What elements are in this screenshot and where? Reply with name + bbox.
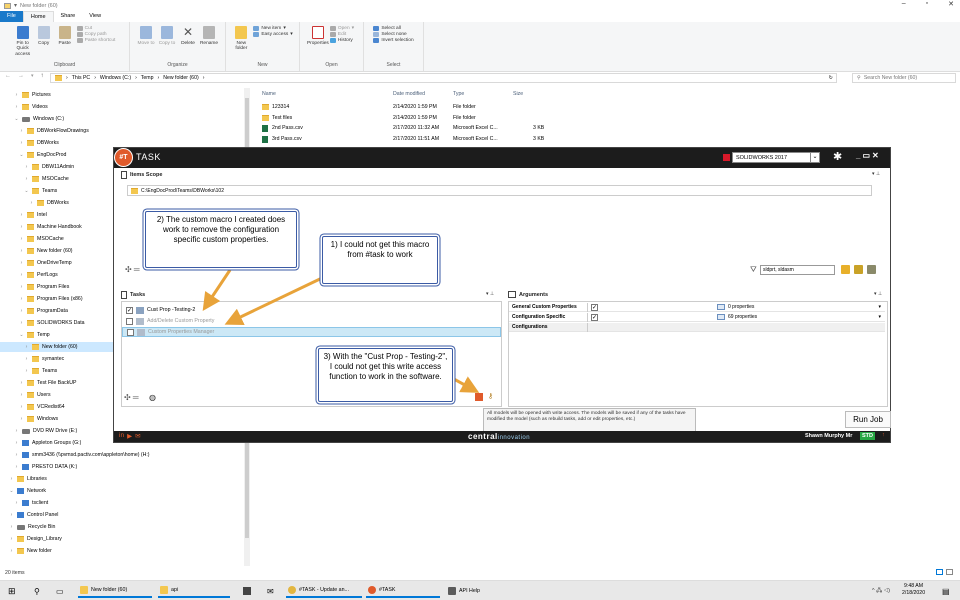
arrow-3-to-write-access: [451, 376, 480, 393]
system-tray[interactable]: ^ 🖧 ◁): [870, 584, 890, 598]
app-icon: [80, 586, 88, 594]
app-icon: [288, 586, 296, 594]
taskbar-explorer-api[interactable]: api: [158, 584, 230, 598]
arrow-1-to-task: [224, 276, 323, 325]
task-view-icon[interactable]: ▭: [54, 584, 64, 598]
taskbar-task-app[interactable]: #TASK: [366, 584, 440, 598]
taskbar-item-label: New folder (60): [91, 587, 128, 593]
taskbar-chrome-task[interactable]: #TASK - Update an...: [286, 584, 362, 598]
mail-icon[interactable]: ✉: [265, 584, 274, 598]
callout-1: 1) I could not get this macro from #task…: [322, 236, 438, 284]
search-icon[interactable]: ⚲: [32, 584, 40, 598]
taskbar-item-label: API Help: [459, 588, 480, 594]
callout-3: 3) With the "Cust Prop - Testing-2", I c…: [318, 348, 453, 402]
app-icon: [368, 586, 376, 594]
arrow-2-to-task: [202, 269, 232, 311]
clock[interactable]: 9:48 AM 2/18/2020: [902, 583, 925, 598]
taskbar-item-label: api: [171, 587, 179, 593]
store-icon[interactable]: [241, 584, 251, 598]
taskbar-item-label: #TASK - Update an...: [299, 587, 349, 593]
notifications-icon[interactable]: ▤: [940, 584, 950, 598]
taskbar-api-help[interactable]: API Help: [446, 584, 512, 598]
taskbar-explorer-new-folder[interactable]: New folder (60): [78, 584, 152, 598]
callout-2: 2) The custom macro I created does work …: [145, 211, 297, 268]
windows-start-icon[interactable]: ⊞: [6, 584, 16, 598]
annotation-arrows: [202, 269, 480, 393]
taskbar: ⊞ ⚲ ▭ New folder (60) api #TASK - Update a…: [0, 580, 960, 600]
app-icon: [448, 587, 456, 595]
taskbar-item-label: #TASK: [379, 587, 396, 593]
app-icon: [160, 586, 168, 594]
